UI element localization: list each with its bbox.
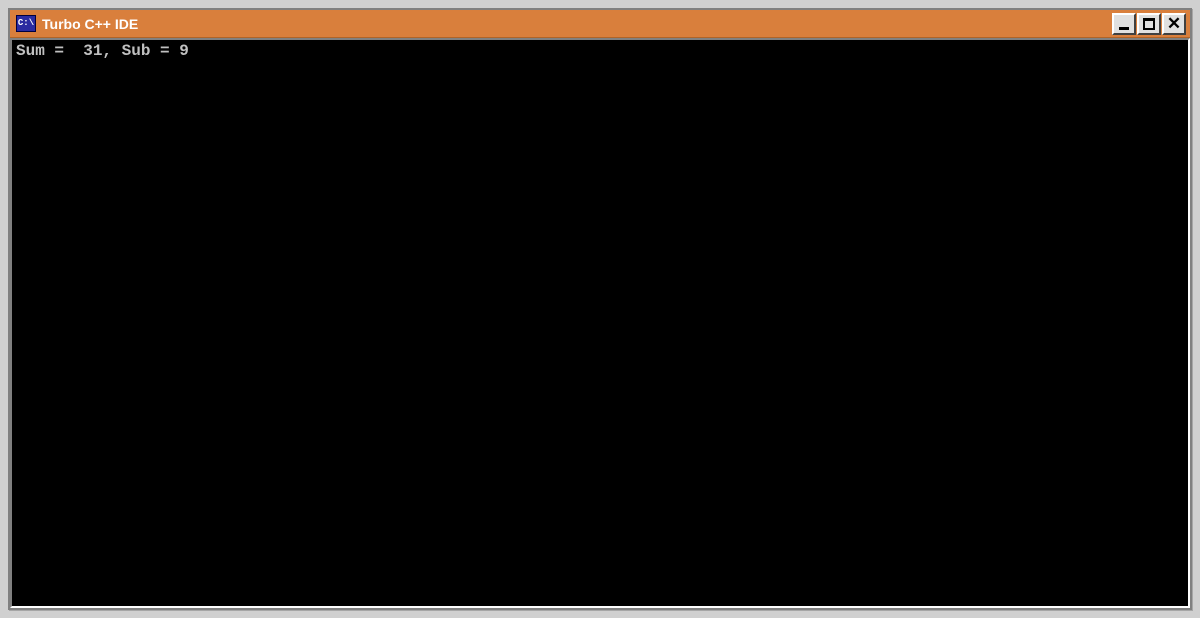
window-title: Turbo C++ IDE xyxy=(42,16,1111,32)
window-controls: ✕ xyxy=(1111,13,1186,35)
minimize-icon xyxy=(1119,27,1129,30)
app-icon-label: C:\ xyxy=(18,19,34,28)
console-output: Sum = 31, Sub = 9 xyxy=(16,42,1184,61)
maximize-icon xyxy=(1143,18,1155,30)
application-window: C:\ Turbo C++ IDE ✕ Sum = 31, Sub = 9 xyxy=(8,8,1192,610)
console-area[interactable]: Sum = 31, Sub = 9 xyxy=(10,38,1190,608)
close-icon: ✕ xyxy=(1167,15,1181,32)
titlebar[interactable]: C:\ Turbo C++ IDE ✕ xyxy=(10,10,1190,38)
app-icon: C:\ xyxy=(16,15,36,32)
close-button[interactable]: ✕ xyxy=(1162,13,1186,35)
minimize-button[interactable] xyxy=(1112,13,1136,35)
maximize-button[interactable] xyxy=(1137,13,1161,35)
